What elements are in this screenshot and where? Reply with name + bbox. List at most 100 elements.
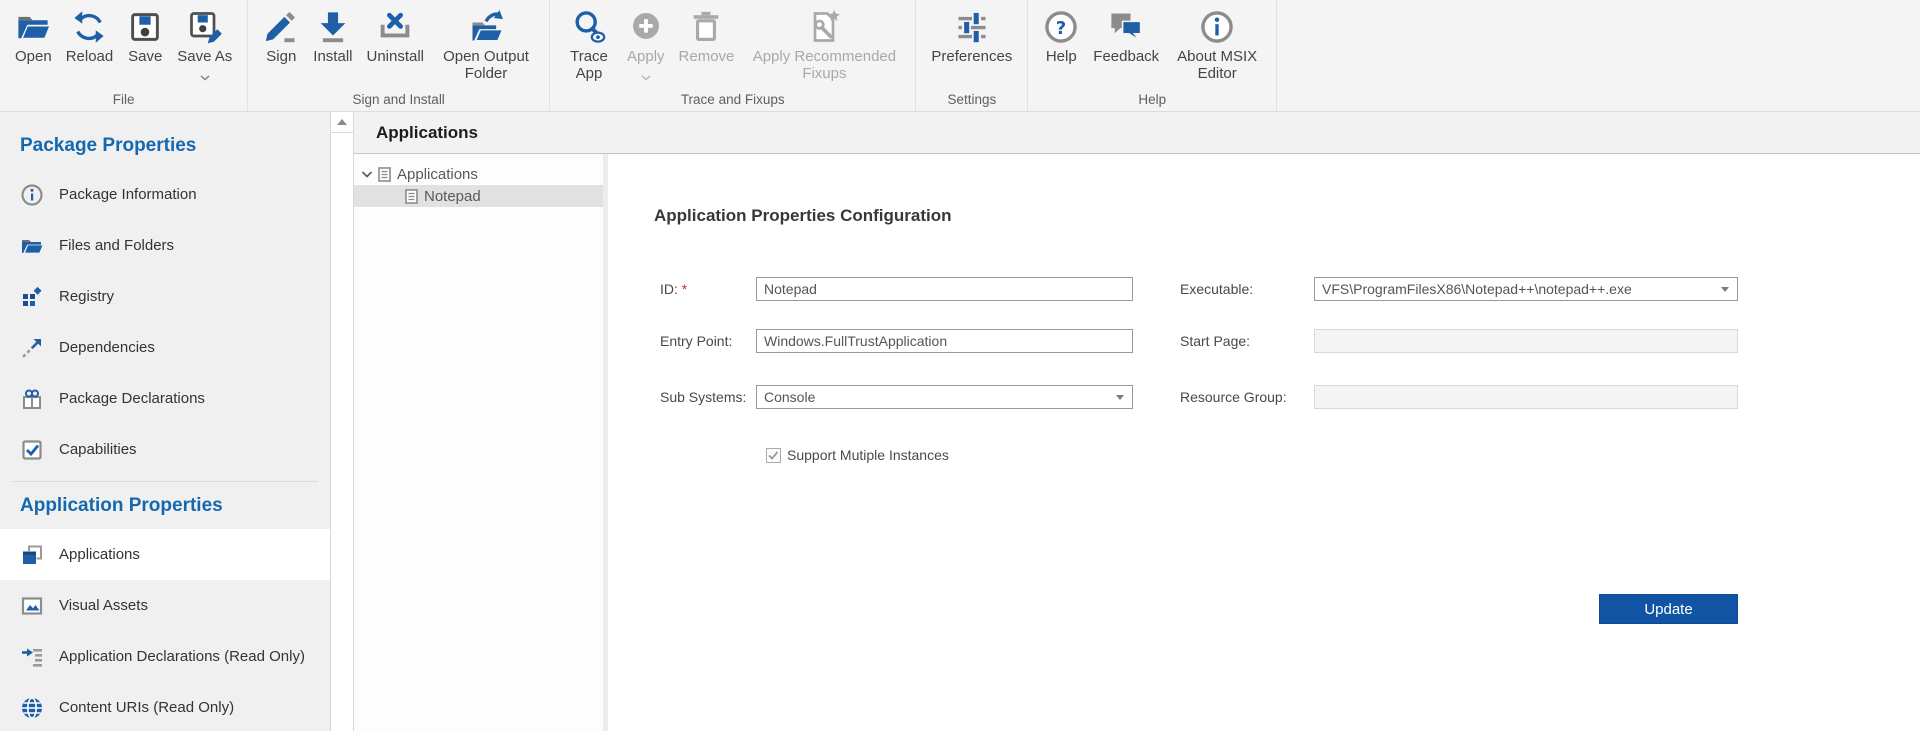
- registry-blocks-icon: [20, 285, 44, 309]
- save-as-icon: [187, 7, 223, 47]
- sidebar-item-files-and-folders-label: Files and Folders: [59, 237, 174, 254]
- reload-button[interactable]: Reload: [60, 7, 120, 66]
- open-folder-icon: [15, 7, 51, 47]
- save-button[interactable]: Save: [121, 7, 169, 66]
- sub-systems-combobox[interactable]: Console: [756, 385, 1133, 409]
- sign-pencil-icon: [263, 7, 299, 47]
- tree-document-icon: [378, 167, 391, 182]
- entry-point-input[interactable]: [756, 329, 1133, 353]
- sidebar-item-package-information[interactable]: Package Information: [0, 169, 330, 220]
- preferences-sliders-icon: [954, 7, 990, 47]
- trace-app-button-label: Trace App: [565, 49, 613, 83]
- tree-node-applications[interactable]: Applications: [354, 163, 603, 185]
- main-area: Package Properties Package Information F…: [0, 112, 1920, 731]
- sidebar-item-applications-label: Applications: [59, 546, 140, 563]
- remove-button-label: Remove: [679, 49, 735, 66]
- required-asterisk: *: [682, 281, 687, 297]
- sidebar-item-dependencies-label: Dependencies: [59, 339, 155, 356]
- tree-expander-chevron-down-icon[interactable]: [361, 170, 373, 179]
- executable-combobox[interactable]: VFS\ProgramFilesX86\Notepad++\notepad++.…: [1314, 277, 1738, 301]
- applications-tree-panel: Applications Notepad: [354, 154, 603, 731]
- open-button-label: Open: [15, 49, 52, 66]
- about-msix-editor-button-label: About MSIX Editor: [1173, 49, 1261, 83]
- sign-button[interactable]: Sign: [257, 7, 305, 66]
- sidebar-item-files-and-folders[interactable]: Files and Folders: [0, 220, 330, 271]
- content-uris-globe-icon: [20, 696, 44, 720]
- reload-button-label: Reload: [66, 49, 114, 66]
- sidebar-item-content-uris[interactable]: Content URIs (Read Only): [0, 682, 330, 731]
- save-as-dropdown-chevron-icon[interactable]: [200, 68, 210, 86]
- sub-systems-dropdown-arrow-icon: [1116, 395, 1124, 400]
- preferences-button[interactable]: Preferences: [925, 7, 1018, 66]
- tree-node-applications-label: Applications: [397, 166, 478, 183]
- ribbon-group-settings-label: Settings: [925, 92, 1018, 111]
- ribbon-group-settings-buttons: Preferences: [925, 0, 1018, 92]
- page-title-band: Applications: [354, 112, 1920, 154]
- id-input[interactable]: [756, 277, 1133, 301]
- save-as-button[interactable]: Save As: [171, 7, 238, 86]
- page-title: Applications: [354, 123, 478, 143]
- ribbon-group-sign-install-buttons: Sign Install Uninstall: [257, 0, 540, 92]
- trace-app-magnifier-icon: [571, 7, 607, 47]
- entry-point-label: Entry Point:: [660, 329, 732, 353]
- about-msix-editor-button[interactable]: About MSIX Editor: [1167, 7, 1267, 83]
- open-button[interactable]: Open: [9, 7, 58, 66]
- support-multiple-instances-label: Support Mutiple Instances: [787, 447, 949, 463]
- install-button[interactable]: Install: [307, 7, 358, 66]
- sub-systems-combobox-value: Console: [764, 386, 1110, 408]
- scrollbar-up-button[interactable]: [331, 112, 353, 133]
- support-multiple-instances-checkbox-row[interactable]: Support Mutiple Instances: [766, 447, 949, 463]
- update-button[interactable]: Update: [1599, 594, 1738, 624]
- content-area: Applications Applications: [354, 112, 1920, 731]
- sidebar-item-dependencies[interactable]: Dependencies: [0, 322, 330, 373]
- ribbon-group-file-buttons: Open Reload: [9, 0, 238, 92]
- support-multiple-instances-checkbox[interactable]: [766, 448, 781, 463]
- sidebar-item-package-declarations[interactable]: Package Declarations: [0, 373, 330, 424]
- recommended-fixups-icon: [806, 7, 842, 47]
- application-declarations-list-icon: [20, 645, 44, 669]
- install-arrow-icon: [315, 7, 351, 47]
- sidebar-item-registry[interactable]: Registry: [0, 271, 330, 322]
- ribbon-group-sign-install-label: Sign and Install: [257, 92, 540, 111]
- about-info-icon: [1199, 7, 1235, 47]
- ribbon-group-sign-install: Sign Install Uninstall: [248, 0, 550, 111]
- ribbon-group-file-label: File: [9, 92, 238, 111]
- ribbon-toolbar: Open Reload: [0, 0, 1920, 112]
- sidebar-item-application-declarations-label: Application Declarations (Read Only): [59, 648, 305, 665]
- apply-button: Apply: [621, 7, 671, 86]
- dependencies-arrow-icon: [20, 336, 44, 360]
- executable-label: Executable:: [1180, 277, 1253, 301]
- trace-app-button[interactable]: Trace App: [559, 7, 619, 83]
- open-output-folder-button[interactable]: Open Output Folder: [432, 7, 540, 83]
- ribbon-group-help-label: Help: [1037, 92, 1267, 111]
- executable-dropdown-arrow-icon: [1721, 287, 1729, 292]
- apply-recommended-fixups-button-label: Apply Recommended Fixups: [748, 49, 900, 83]
- capabilities-checkbox-icon: [20, 438, 44, 462]
- tree-node-notepad[interactable]: Notepad: [354, 185, 603, 207]
- feedback-button-label: Feedback: [1093, 49, 1159, 66]
- sidebar-item-capabilities[interactable]: Capabilities: [0, 424, 330, 475]
- application-properties-header: Application Properties: [0, 482, 330, 529]
- save-icon: [127, 7, 163, 47]
- ribbon-group-trace-fixups-label: Trace and Fixups: [559, 92, 906, 111]
- ribbon-group-settings: Preferences Settings: [916, 0, 1028, 111]
- uninstall-button-label: Uninstall: [366, 49, 424, 66]
- preferences-button-label: Preferences: [931, 49, 1012, 66]
- apply-dropdown-chevron-icon: [641, 68, 651, 86]
- sidebar-item-visual-assets[interactable]: Visual Assets: [0, 580, 330, 631]
- sidebar-item-applications[interactable]: Applications: [0, 529, 330, 580]
- apply-recommended-fixups-button: Apply Recommended Fixups: [742, 7, 906, 83]
- help-button[interactable]: ? Help: [1037, 7, 1085, 66]
- uninstall-button[interactable]: Uninstall: [360, 7, 430, 66]
- reload-icon: [71, 7, 107, 47]
- id-label: ID: *: [660, 277, 687, 301]
- uninstall-icon: [377, 7, 413, 47]
- sidebar-item-application-declarations[interactable]: Application Declarations (Read Only): [0, 631, 330, 682]
- ribbon-group-trace-fixups-buttons: Trace App Apply: [559, 0, 906, 92]
- help-button-label: Help: [1046, 49, 1077, 66]
- sign-button-label: Sign: [266, 49, 296, 66]
- feedback-button[interactable]: Feedback: [1087, 7, 1165, 66]
- sidebar-scrollbar[interactable]: [330, 112, 354, 731]
- feedback-bubbles-icon: [1108, 7, 1144, 47]
- tree-node-notepad-label: Notepad: [424, 188, 481, 205]
